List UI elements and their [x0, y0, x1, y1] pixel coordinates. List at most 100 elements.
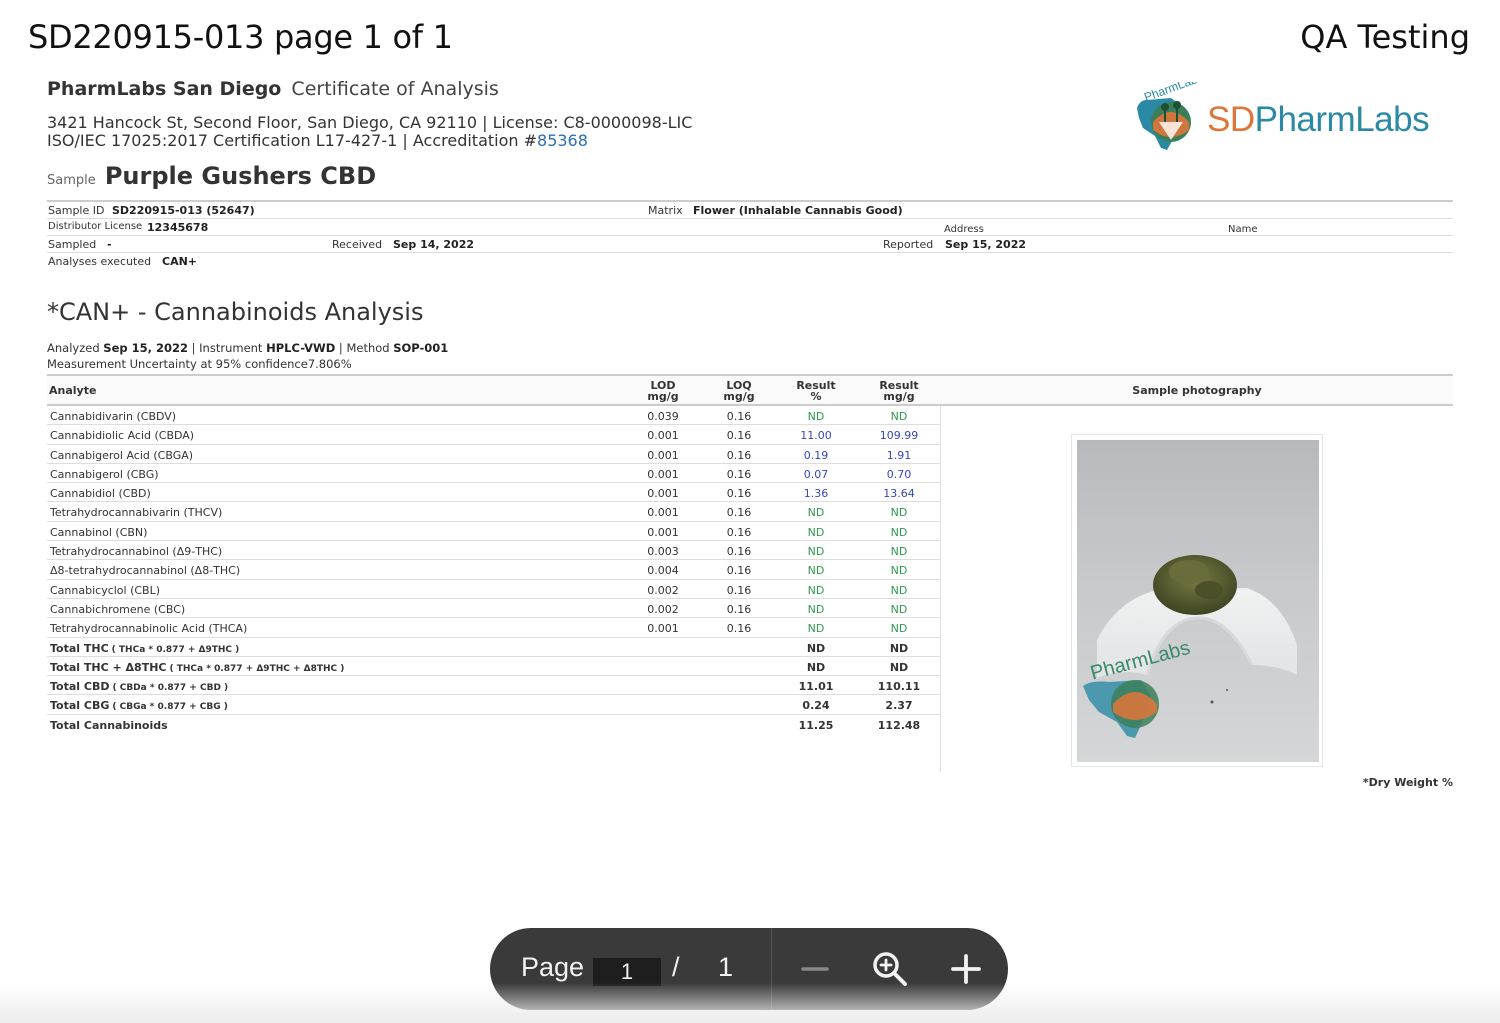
lod-value: 0.001 [647, 448, 679, 462]
analyte-name: Tetrahydrocannabinolic Acid (THCA) [50, 622, 248, 636]
loq-value: 0.16 [726, 467, 752, 481]
uncertainty-value: 7.806% [307, 357, 352, 371]
table-row: Cannabigerol (CBG) 0.001 0.16 0.07 0.70 [47, 464, 940, 484]
total-row: Total CBD( CBDa * 0.877 + CBD ) 11.01 110.… [47, 676, 940, 696]
lod-value: 0.039 [647, 410, 679, 423]
total-name: Total CBG [50, 699, 110, 713]
sdpharmlabs-logo: PharmLabs SDPharmLabs [1129, 80, 1449, 156]
result-pct-value: ND [807, 545, 825, 559]
meta-row-distributor: Distributor License 12345678 Address Nam… [47, 219, 1453, 236]
table-row: Δ8-tetrahydrocannabinol (Δ8-THC) 0.004 0.1… [47, 560, 940, 580]
table-row: Cannabidiol (CBD) 0.001 0.16 1.36 13.64 [47, 483, 940, 503]
total-mg-value: 112.48 [877, 718, 921, 732]
total-row: Total THC( THCa * 0.877 + Δ9THC ) ND ND [47, 638, 940, 657]
analysis-title: *CAN+ - Cannabinoids Analysis [47, 298, 424, 326]
table-row: Cannabigerol Acid (CBGA) 0.001 0.16 0.19 1.9… [47, 445, 940, 464]
table-row: Tetrahydrocannabivarin (THCV) 0.001 0.16 ND… [47, 502, 940, 522]
total-name: Total CBD [50, 680, 110, 694]
cert-text: ISO/IEC 17025:2017 Certification L17-427… [47, 131, 538, 150]
table-row: Cannabichromene (CBC) 0.002 0.16 ND ND [47, 599, 940, 619]
result-pct-value: 1.36 [803, 487, 829, 501]
sample-name: Purple Gushers CBD [104, 162, 377, 190]
logo-sd: SD [1207, 100, 1255, 139]
result-pct-value: ND [807, 506, 825, 520]
total-name-cell: Total Cannabinoids [50, 719, 171, 732]
zoom-in-button[interactable] [944, 947, 988, 991]
total-formula: ( CBDa * 0.877 + CBD ) [112, 683, 229, 694]
pharmlabs-logo-mark-icon: PharmLabs [1137, 82, 1205, 150]
sample-id: SD220915-013 (52647) [112, 204, 255, 217]
instrument-value: HPLC-VWD [266, 341, 336, 355]
total-pct-value: 11.01 [798, 680, 834, 694]
loq-value: 0.16 [726, 448, 752, 462]
col-result-pct: Result% [780, 380, 852, 402]
lab-name: PharmLabs San Diego [47, 78, 282, 100]
result-mg-value: ND [890, 583, 908, 597]
total-mg-value: 2.37 [885, 699, 913, 713]
analyzed-label: Analyzed [47, 341, 100, 355]
page-label: Page [521, 952, 585, 982]
result-pct-value: 0.19 [803, 448, 829, 462]
name-label: Name [1228, 224, 1258, 235]
result-pct-value: ND [807, 622, 825, 636]
analyses-value: CAN+ [162, 255, 198, 268]
col-lod: LOD mg/g [627, 380, 699, 402]
pdf-viewer-toolbar: Page / 1 [490, 928, 1008, 1010]
table-row: Tetrahydrocannabinolic Acid (THCA) 0.001 0… [47, 618, 940, 638]
analysis-details: Analyzed Sep 15, 2022 | Instrument HPLC-… [47, 340, 1453, 356]
result-mg-value: 0.70 [886, 467, 912, 481]
page-number-input[interactable] [593, 958, 661, 986]
logo-wordmark: SDPharmLabs [1207, 100, 1430, 140]
result-mg-value: ND [890, 410, 908, 423]
total-pct-value: 11.25 [798, 718, 834, 732]
analyte-name: Tetrahydrocannabivarin (THCV) [50, 506, 223, 520]
loq-value: 0.16 [726, 525, 752, 539]
lod-value: 0.001 [647, 506, 679, 520]
sample-photo-image: PharmLabs [1083, 555, 1297, 738]
total-row: Total CBG( CBGa * 0.877 + CBG ) 0.24 2.37 [47, 695, 940, 715]
loq-value: 0.16 [726, 602, 752, 616]
total-name: Total Cannabinoids [50, 718, 168, 732]
result-mg-value: ND [890, 545, 908, 559]
lod-value: 0.002 [647, 583, 679, 597]
analyte-name: Cannabidiolic Acid (CBDA) [50, 429, 195, 443]
loq-value: 0.16 [726, 487, 752, 501]
loq-value: 0.16 [726, 506, 752, 520]
analyte-name: Δ8-tetrahydrocannabinol (Δ8-THC) [50, 564, 241, 578]
lod-value: 0.001 [647, 467, 679, 481]
results-table-header: Analyte LOD mg/g LOQ mg/g Result% Result mg… [47, 374, 1453, 406]
analyte-name: Cannabidivarin (CBDV) [50, 410, 177, 423]
col-result-pct-unit: % [810, 390, 822, 403]
lod-value: 0.003 [647, 545, 679, 559]
result-pct-value: ND [807, 583, 825, 597]
analyte-name: Cannabicyclol (CBL) [50, 583, 161, 597]
zoom-magnifier-icon [873, 952, 907, 986]
accreditation-link[interactable]: 85368 [537, 131, 588, 150]
zoom-in-icon [951, 954, 981, 984]
uncertainty-line: Measurement Uncertainty at 95% confidenc… [47, 356, 1453, 372]
meta-row-id: Sample ID SD220915-013 (52647) Matrix Fl… [47, 202, 1453, 219]
total-name-cell: Total THC + Δ8THC( THCa * 0.877 + Δ9THC … [50, 661, 344, 674]
total-mg-value: ND [889, 641, 909, 655]
total-mg-value: ND [889, 660, 909, 674]
table-divider [940, 406, 941, 772]
distributor-label: Distributor License [48, 221, 143, 232]
total-formula: ( CBGa * 0.877 + CBG ) [112, 702, 228, 713]
zoom-fit-button[interactable] [868, 947, 912, 991]
result-pct-value: ND [807, 525, 825, 539]
zoom-out-button[interactable] [793, 947, 837, 991]
result-pct-value: 0.07 [803, 467, 829, 481]
page-total: 1 [718, 952, 734, 982]
sample-photo-frame: PharmLabs [1071, 434, 1323, 767]
result-mg-value: ND [890, 622, 908, 636]
result-mg-value: 109.99 [879, 429, 919, 443]
page-separator: / [672, 952, 680, 982]
total-name: Total THC + Δ8THC [50, 660, 167, 674]
logo-pharmlabs: PharmLabs [1254, 100, 1430, 139]
analyses-label: Analyses executed [48, 255, 152, 268]
table-row: Cannabidiolic Acid (CBDA) 0.001 0.16 11.00 1… [47, 425, 940, 445]
document-title: SD220915-013 page 1 of 1 [28, 18, 453, 56]
total-mg-value: 110.11 [877, 680, 921, 694]
total-pct-value: ND [806, 660, 826, 674]
meta-row-dates: Sampled - Received Sep 14, 2022 Reported… [47, 236, 1453, 253]
